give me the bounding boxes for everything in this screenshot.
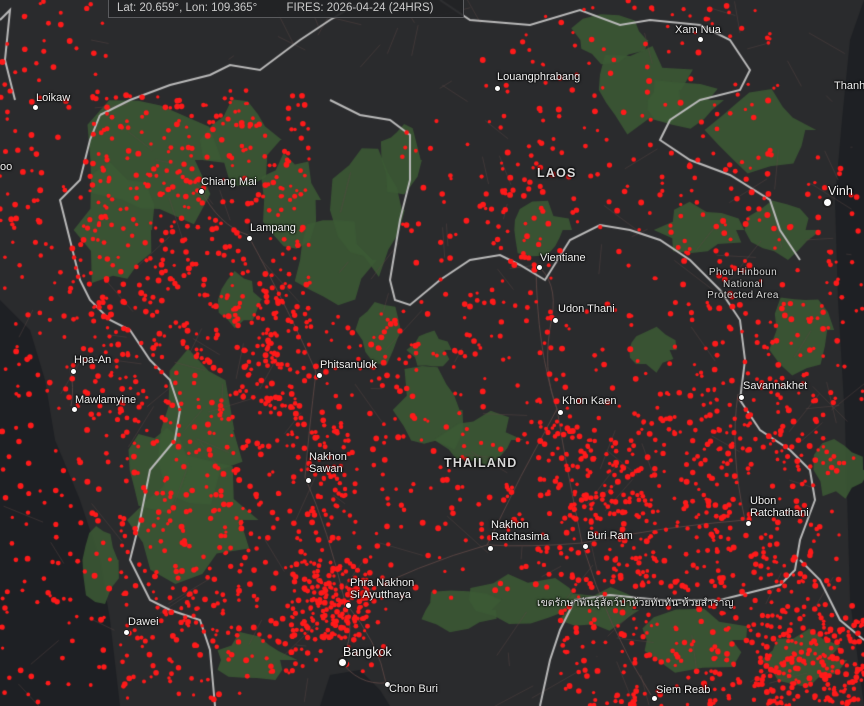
city-dot-khon-kaen [557,409,564,416]
nakhon-sawan-line-1: Nakhon [309,451,347,463]
city-dot-xam-nua [697,36,704,43]
map-label-buri-ram[interactable]: Buri Ram [587,530,633,542]
map-label-xam-nua[interactable]: Xam Nua [675,24,721,36]
map-label-thanh[interactable]: Thanh [834,80,864,92]
map-label-nakhon-sawan[interactable]: Nakhon Sawan [309,451,347,475]
city-dot-ayutthaya [345,602,352,609]
city-dot-nakhon-sawan [305,477,312,484]
map-label-thailand: THAILAND [444,456,518,470]
map-label-chiang-mai[interactable]: Chiang Mai [201,176,257,188]
city-dot-chiang-mai [198,188,205,195]
map-label-hpa-an[interactable]: Hpa-An [74,354,111,366]
map-label-vinh[interactable]: Vinh [828,185,853,198]
map-label-loikaw[interactable]: Loikaw [36,92,70,104]
city-dot-vinh [822,197,833,208]
ayutthaya-line-1: Phra Nakhon [350,577,415,589]
map-label-phitsanulok[interactable]: Phitsanulok [320,359,377,371]
city-dot-vientiane [536,264,543,271]
map-label-savannakhet[interactable]: Savannakhet [743,380,807,392]
city-dot-mawlamyine [71,406,78,413]
city-dot-udon-thani [552,317,559,324]
park-line-1: Phou Hinboun [708,267,778,278]
map-label-lampang[interactable]: Lampang [250,222,296,234]
park-line-3: Protected Area [707,290,779,301]
map-label-bangkok[interactable]: Bangkok [343,646,392,659]
park-line-2: National [723,278,763,290]
city-dot-phitsanulok [316,372,323,379]
map-label-siem-reab[interactable]: Siem Reab [656,684,710,696]
ubon-line-1: Ubon [750,495,777,507]
map-label-phou-hinboun: Phou Hinboun National Protected Area [700,267,786,302]
map-label-dawei[interactable]: Dawei [128,616,159,628]
city-dot-louangphrabang [494,85,501,92]
city-dot-nakhon-ratchasima [487,545,494,552]
map-label-laos: LAOS [537,166,577,180]
map-label-chon-buri[interactable]: Chon Buri [389,683,438,695]
map-label-ubon-ratchathani[interactable]: Ubon Ratchathani [750,495,809,519]
ubon-line-2: Ratchathani [750,507,809,519]
city-dot-dawei [123,629,130,636]
nakhon-ratchasima-line-1: Nakhon [491,519,529,531]
ayutthaya-line-2: Si Ayutthaya [350,589,411,601]
fires-date-label: FIRES: 2026-04-24 (24HRS) [286,2,434,14]
map-label-nakhon-ratchasima[interactable]: Nakhon Ratchasima [491,519,549,543]
city-dot-buri-ram [582,543,589,550]
map-label-vientiane[interactable]: Vientiane [540,252,586,264]
city-dot-ubon-ratchathani [745,520,752,527]
map-label-louangphrabang[interactable]: Louangphrabang [497,71,580,83]
map-label-phra-nakhon-si-ayutthaya[interactable]: Phra Nakhon Si Ayutthaya [350,577,414,601]
city-dot-hpa-an [70,368,77,375]
map-label-mawlamyine[interactable]: Mawlamyine [75,394,136,406]
nakhon-ratchasima-line-2: Ratchasima [491,531,550,543]
map-label-khon-kaen[interactable]: Khon Kaen [562,395,616,407]
cursor-coordinates: Lat: 20.659°, Lon: 109.365° [117,2,258,14]
coordinate-readout-bar: Lat: 20.659°, Lon: 109.365° FIRES: 2026-… [108,0,464,18]
map-label-huai-thap-than-sanctuary[interactable]: เขตรักษาพันธุ์สัตว์ป่าห้วยทับทัน-ห้วยสำร… [537,597,734,609]
map-label-udon-thani[interactable]: Udon Thani [558,303,615,315]
fire-map-canvas[interactable] [0,0,864,706]
city-dot-loikaw [32,104,39,111]
city-dot-savannakhet [738,394,745,401]
city-dot-lampang [246,235,253,242]
city-dot-siem-reab [651,695,658,702]
nakhon-sawan-line-2: Sawan [309,463,343,475]
map-label-edge-left: oo [0,161,13,173]
